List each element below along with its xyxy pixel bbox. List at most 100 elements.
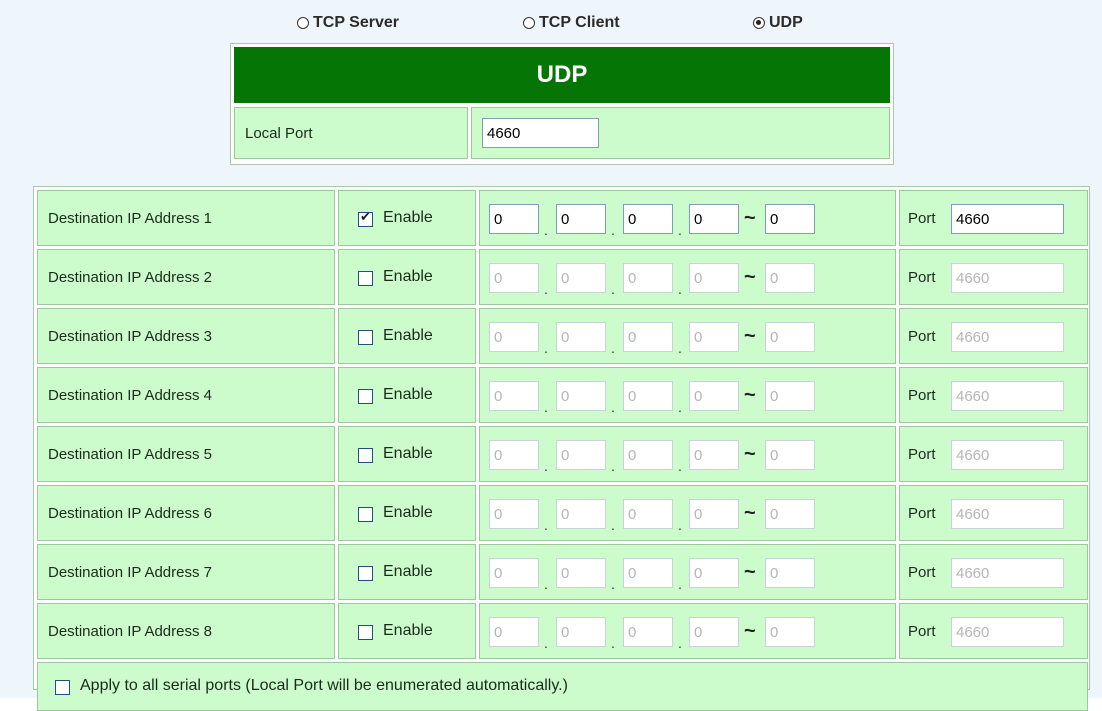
dest-ip-octet-3-input-4[interactable] [623, 381, 673, 411]
radio-udp[interactable] [753, 17, 765, 29]
dest-enable-checkbox-7[interactable] [358, 566, 373, 581]
radio-tcp-server[interactable] [297, 17, 309, 29]
dest-ip-octet-4-input-4[interactable] [689, 381, 739, 411]
dest-ip-octet-4-input-1[interactable] [689, 204, 739, 234]
dest-ip-octet-1-input-6[interactable] [489, 499, 539, 529]
dest-ip-octet-1-input-3[interactable] [489, 322, 539, 352]
dest-ip-octet-2-input-7[interactable] [556, 558, 606, 588]
dest-ip-octet-3-input-5[interactable] [623, 440, 673, 470]
dest-ip-octet-1-input-4[interactable] [489, 381, 539, 411]
ip-separator-dot: . [678, 517, 682, 533]
dest-port-input-4[interactable] [951, 381, 1064, 411]
dest-port-label-4: Port [908, 387, 936, 404]
apply-all-checkbox[interactable] [55, 680, 70, 695]
ip-range-tilde: ~ [744, 620, 756, 642]
dest-label-cell-2: Destination IP Address 2 [37, 249, 335, 305]
mode-option-udp[interactable]: UDP [753, 14, 803, 32]
dest-enable-label-7: Enable [383, 563, 433, 580]
apply-all-row: Apply to all serial ports (Local Port wi… [37, 662, 1088, 711]
dest-ip-range-end-input-7[interactable] [765, 558, 815, 588]
dest-enable-cell-8: Enable [338, 603, 476, 659]
dest-label-cell-8: Destination IP Address 8 [37, 603, 335, 659]
dest-port-label-7: Port [908, 564, 936, 581]
dest-ip-octet-2-input-5[interactable] [556, 440, 606, 470]
dest-ip-range-end-input-8[interactable] [765, 617, 815, 647]
dest-ip-octet-1-input-2[interactable] [489, 263, 539, 293]
dest-port-input-8[interactable] [951, 617, 1064, 647]
dest-ip-octet-4-input-2[interactable] [689, 263, 739, 293]
dest-ip-octet-3-input-2[interactable] [623, 263, 673, 293]
ip-separator-dot: . [678, 340, 682, 356]
dest-port-cell-5: Port [899, 426, 1088, 482]
udp-title: UDP [234, 47, 890, 103]
dest-port-input-6[interactable] [951, 499, 1064, 529]
dest-ip-range-end-input-2[interactable] [765, 263, 815, 293]
dest-ip-range-end-input-1[interactable] [765, 204, 815, 234]
dest-label-3: Destination IP Address 3 [48, 327, 212, 345]
dest-ip-octet-3-input-3[interactable] [623, 322, 673, 352]
dest-ip-octet-2-input-4[interactable] [556, 381, 606, 411]
dest-ip-octet-2-input-8[interactable] [556, 617, 606, 647]
dest-port-cell-3: Port [899, 308, 1088, 364]
dest-port-cell-8: Port [899, 603, 1088, 659]
dest-enable-checkbox-2[interactable] [358, 271, 373, 286]
ip-separator-dot: . [611, 458, 615, 474]
mode-option-tcp-server[interactable]: TCP Server [297, 14, 399, 32]
dest-ip-range-end-input-4[interactable] [765, 381, 815, 411]
radio-tcp-client[interactable] [523, 17, 535, 29]
ip-separator-dot: . [678, 281, 682, 297]
ip-separator-dot: . [678, 576, 682, 592]
ip-separator-dot: . [544, 281, 548, 297]
dest-enable-cell-6: Enable [338, 485, 476, 541]
dest-ip-octet-1-input-8[interactable] [489, 617, 539, 647]
dest-ip-octet-4-input-3[interactable] [689, 322, 739, 352]
dest-ip-octet-1-input-1[interactable] [489, 204, 539, 234]
dest-label-cell-6: Destination IP Address 6 [37, 485, 335, 541]
mode-label-tcp-client: TCP Client [539, 14, 620, 31]
dest-enable-checkbox-8[interactable] [358, 625, 373, 640]
dest-ip-octet-1-input-5[interactable] [489, 440, 539, 470]
dest-enable-checkbox-6[interactable] [358, 507, 373, 522]
dest-port-label-1: Port [908, 210, 936, 227]
dest-ip-octet-1-input-7[interactable] [489, 558, 539, 588]
dest-ip-range-end-input-6[interactable] [765, 499, 815, 529]
dest-ip-octet-4-input-8[interactable] [689, 617, 739, 647]
dest-ip-octet-2-input-2[interactable] [556, 263, 606, 293]
dest-ip-cell-6: ... ~ [479, 485, 896, 541]
dest-label-4: Destination IP Address 4 [48, 386, 212, 404]
dest-enable-checkbox-1[interactable] [358, 210, 373, 227]
mode-option-tcp-client[interactable]: TCP Client [523, 14, 620, 32]
ip-separator-dot: . [678, 222, 682, 238]
dest-ip-octet-4-input-5[interactable] [689, 440, 739, 470]
ip-separator-dot: . [611, 517, 615, 533]
ip-separator-dot: . [611, 576, 615, 592]
dest-ip-octet-3-input-7[interactable] [623, 558, 673, 588]
dest-ip-octet-2-input-1[interactable] [556, 204, 606, 234]
dest-ip-octet-4-input-7[interactable] [689, 558, 739, 588]
dest-port-cell-6: Port [899, 485, 1088, 541]
dest-enable-checkbox-5[interactable] [358, 448, 373, 463]
dest-port-input-5[interactable] [951, 440, 1064, 470]
dest-ip-cell-4: ... ~ [479, 367, 896, 423]
dest-ip-octet-3-input-8[interactable] [623, 617, 673, 647]
dest-port-input-3[interactable] [951, 322, 1064, 352]
dest-ip-octet-3-input-1[interactable] [623, 204, 673, 234]
dest-ip-range-end-input-5[interactable] [765, 440, 815, 470]
dest-ip-octet-4-input-6[interactable] [689, 499, 739, 529]
dest-port-input-7[interactable] [951, 558, 1064, 588]
udp-settings-box: UDP Local Port [230, 43, 894, 165]
dest-enable-checkbox-3[interactable] [358, 330, 373, 345]
dest-ip-octet-3-input-6[interactable] [623, 499, 673, 529]
local-port-input[interactable] [482, 118, 599, 148]
ip-separator-dot: . [544, 576, 548, 592]
dest-ip-range-end-input-3[interactable] [765, 322, 815, 352]
dest-port-input-2[interactable] [951, 263, 1064, 293]
dest-enable-cell-2: Enable [338, 249, 476, 305]
dest-enable-checkbox-4[interactable] [358, 389, 373, 404]
local-port-label-text: Local Port [245, 124, 313, 142]
dest-ip-octet-2-input-6[interactable] [556, 499, 606, 529]
dest-port-label-8: Port [908, 623, 936, 640]
dest-label-6: Destination IP Address 6 [48, 504, 212, 522]
dest-port-input-1[interactable] [951, 204, 1064, 234]
dest-ip-octet-2-input-3[interactable] [556, 322, 606, 352]
